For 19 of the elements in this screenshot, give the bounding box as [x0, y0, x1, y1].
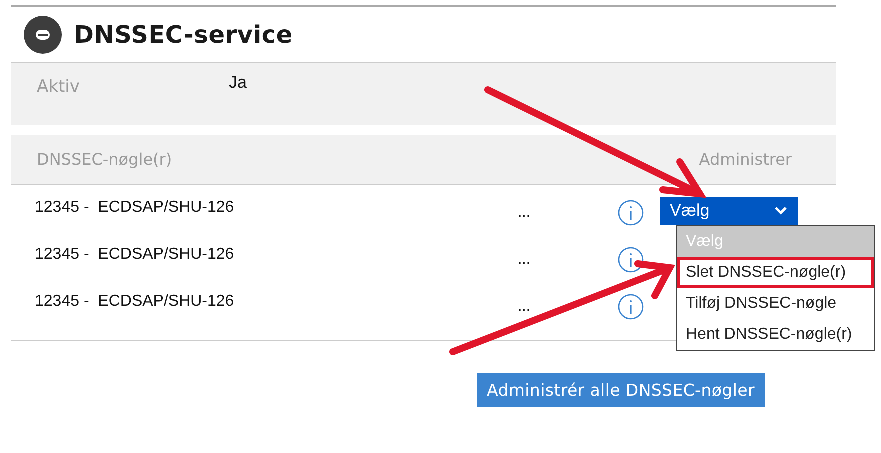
- key-text: 12345 - ECDSAP/SHU-126: [35, 246, 236, 264]
- dropdown-option[interactable]: Slet DNSSEC-nøgle(r): [677, 257, 874, 288]
- info-icon[interactable]: [618, 294, 644, 320]
- status-label: Aktiv: [37, 77, 81, 97]
- column-header: DNSSEC-nøgle(r): [37, 150, 172, 169]
- ellipsis-text: ...: [518, 204, 532, 221]
- info-icon[interactable]: [618, 200, 644, 226]
- chevron-icon: [774, 206, 788, 216]
- key-text: 12345 - ECDSAP/SHU-126: [35, 292, 236, 310]
- service-icon: [24, 16, 62, 54]
- manage-select[interactable]: Vælg: [660, 196, 798, 224]
- ellipsis-text: ...: [518, 251, 532, 268]
- column-header: Administrer: [699, 150, 792, 169]
- key-text: 12345 - ECDSAP/SHU-126: [35, 198, 236, 216]
- info-icon[interactable]: [618, 246, 644, 272]
- ellipsis-text: ...: [518, 298, 532, 315]
- manage-all-button[interactable]: Administrér alle DNSSEC-nøgler: [477, 373, 765, 407]
- page-title: DNSSEC-service: [74, 20, 293, 48]
- status-value: Ja: [229, 73, 247, 93]
